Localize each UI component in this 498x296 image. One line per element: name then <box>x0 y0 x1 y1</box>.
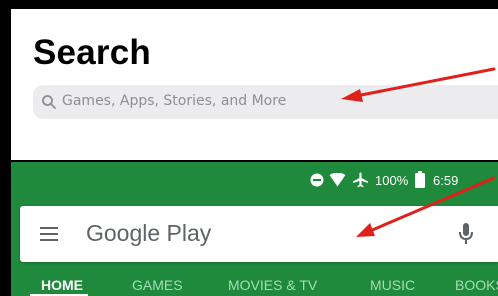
search-placeholder: Games, Apps, Stories, and More <box>62 93 287 109</box>
battery-percentage: 100% <box>375 173 409 188</box>
tab-movies-tv[interactable]: MOVIES & TV <box>228 277 317 293</box>
page-title: Search <box>33 33 151 72</box>
hamburger-menu-icon[interactable] <box>40 226 60 242</box>
tab-music[interactable]: MUSIC <box>370 277 415 293</box>
wifi-icon <box>329 173 346 187</box>
status-bar: 100% 6:59 <box>11 162 498 198</box>
tab-home[interactable]: HOME <box>41 277 83 293</box>
airplane-mode-icon <box>353 172 368 188</box>
search-placeholder-google-play: Google Play <box>86 220 212 246</box>
do-not-disturb-icon <box>310 173 324 187</box>
battery-icon <box>415 171 425 188</box>
search-icon <box>42 95 56 109</box>
category-tabs: HOME GAMES MOVIES & TV MUSIC BOOKS <box>11 270 498 296</box>
screenshot-frame: Search Games, Apps, Stories, and More 10… <box>0 0 498 296</box>
microphone-icon[interactable] <box>458 222 474 246</box>
clock: 6:59 <box>433 173 459 188</box>
tab-games[interactable]: GAMES <box>132 277 183 293</box>
google-play-panel: 100% 6:59 Google Play HOME GAMES MOVIES … <box>11 162 498 296</box>
search-field[interactable]: Games, Apps, Stories, and More <box>33 85 498 119</box>
play-search-bar[interactable]: Google Play <box>20 206 498 262</box>
tab-books[interactable]: BOOKS <box>455 277 498 293</box>
ios-search-panel: Search Games, Apps, Stories, and More <box>11 9 498 160</box>
